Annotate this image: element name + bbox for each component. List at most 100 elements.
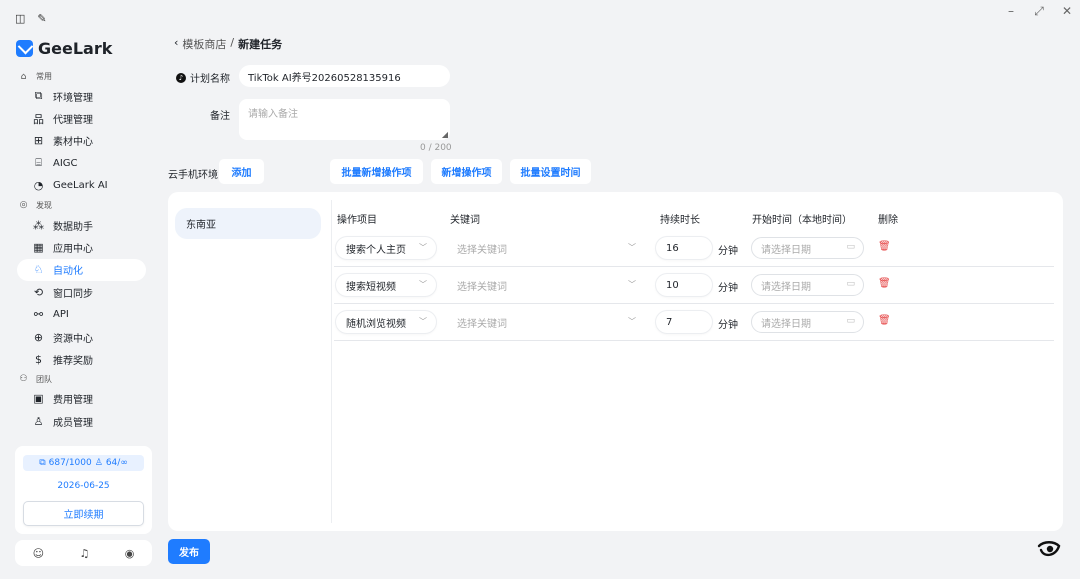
region-tab-sea[interactable]: 东南亚	[175, 208, 321, 239]
edit-icon[interactable]: ✎	[37, 12, 46, 25]
plan-name-input[interactable]: TikTok AI养号20260528135916	[239, 65, 450, 87]
header-start-time: 开始时间（本地时间）	[752, 215, 852, 226]
keyword-select[interactable]: 选择关键词 ﹀	[444, 237, 644, 259]
aigc-icon: ⌸	[35, 156, 42, 170]
table-row: 搜索短视频 ﹀ 选择关键词 ﹀ 10 分钟 请选择日期 ▭ 🗑	[334, 267, 1054, 304]
table-row: 搜索个人主页 ﹀ 选择关键词 ﹀ 16 分钟 请选择日期 ▭ 🗑	[334, 230, 1054, 267]
sidebar-bottom-icons: ☺ ♫ ◉	[15, 540, 152, 566]
close-icon[interactable]: ✕	[1060, 4, 1074, 19]
chevron-down-icon: ﹀	[419, 317, 427, 326]
keyword-select[interactable]: 选择关键词 ﹀	[444, 274, 644, 296]
op-select[interactable]: 搜索短视频 ﹀	[336, 274, 436, 296]
minimize-icon[interactable]: –	[1004, 4, 1018, 19]
logo-text: GeeLark	[38, 39, 113, 58]
quota-bar: ⧉ 687/1000 ♙ 64/∞	[23, 455, 144, 471]
api-icon: ⚯	[33, 308, 44, 322]
logo: GeeLark	[16, 39, 112, 58]
chevron-down-icon: ﹀	[628, 243, 636, 252]
sidebar-item-material[interactable]: ⊞ 素材中心	[5, 130, 158, 152]
sidebar-item-proxy[interactable]: 品代理管理	[5, 107, 158, 129]
panel-toggle-icon[interactable]: ◫	[15, 12, 25, 25]
network-icon: 品	[33, 112, 44, 126]
sparkle-icon: ⁂	[33, 218, 44, 232]
op-select[interactable]: 随机浏览视频 ﹀	[336, 311, 436, 333]
chevron-down-icon: ﹀	[628, 317, 636, 326]
op-select[interactable]: 搜索个人主页 ﹀	[336, 237, 436, 259]
delete-icon[interactable]: 🗑	[878, 315, 891, 326]
grid-icon: ▦	[33, 241, 44, 255]
sidebar-item-env[interactable]: ⧉ 环境管理	[5, 85, 158, 107]
sync-icon: ⟲	[33, 285, 44, 299]
date-picker[interactable]: 请选择日期 ▭	[751, 311, 864, 333]
duration-unit: 分钟	[718, 283, 738, 294]
sidebar-item-sync[interactable]: ⟲ 窗口同步	[5, 281, 158, 303]
nav-group-common: ⌂ 常用	[5, 68, 158, 85]
date-picker[interactable]: 请选择日期 ▭	[751, 274, 864, 296]
breadcrumb-separator: /	[230, 36, 235, 49]
add-op-button[interactable]: 新增操作项	[431, 159, 502, 184]
delete-icon[interactable]: 🗑	[878, 278, 891, 289]
user-icon: ♙	[33, 414, 44, 428]
plan-label-row: ♪ 计划名称	[176, 70, 230, 85]
nav-group-discover: ◎ 发现	[5, 197, 158, 214]
sidebar-nav: ⌂ 常用 ⧉ 环境管理 品代理管理 ⊞ 素材中心 ⌸ AIGC ◔ GeeLark AI …	[5, 68, 158, 432]
expiry-date: 2026-06-25	[57, 481, 110, 491]
sidebar-item-aigc[interactable]: ⌸ AIGC	[5, 152, 158, 174]
duration-unit: 分钟	[718, 246, 738, 257]
duration-input[interactable]: 16	[656, 237, 712, 259]
window-icon: ⧉	[34, 89, 43, 103]
tiktok-icon: ♪	[176, 72, 186, 83]
home-icon: ⌂	[20, 71, 27, 82]
header-op: 操作项目	[337, 215, 377, 226]
date-picker[interactable]: 请选择日期 ▭	[751, 237, 864, 259]
resize-handle-icon[interactable]: ◢	[442, 130, 448, 139]
material-icon: ⊞	[33, 134, 44, 148]
chevron-down-icon: ﹀	[419, 280, 427, 289]
team-icon: ⚇	[19, 374, 28, 385]
duration-unit: 分钟	[718, 320, 738, 331]
member-quota: 64/∞	[105, 458, 128, 468]
sidebar-item-billing[interactable]: ▣ 费用管理	[5, 388, 158, 410]
chevron-down-icon: ﹀	[419, 243, 427, 252]
back-chevron-icon[interactable]: ‹	[174, 36, 178, 52]
page-title: 新建任务	[238, 38, 283, 51]
keyword-select[interactable]: 选择关键词 ﹀	[444, 311, 644, 333]
task-panel: 东南亚 操作项目 关键词 持续时长 开始时间（本地时间） 删除 搜索个人主页 ﹀ …	[168, 192, 1063, 531]
header-duration: 持续时长	[660, 215, 700, 226]
robot-icon: ♘	[33, 263, 44, 277]
geelark-eye-icon[interactable]	[1037, 540, 1061, 560]
add-env-button[interactable]: 添加	[219, 159, 264, 184]
sidebar-item-members[interactable]: ♙ 成员管理	[5, 410, 158, 432]
nav-group-team: ⚇ 团队	[5, 371, 158, 388]
header-keyword: 关键词	[450, 215, 480, 226]
sidebar-item-api[interactable]: ⚯ API	[5, 304, 158, 326]
sidebar-item-geelark-ai[interactable]: ◔ GeeLark AI	[5, 175, 158, 197]
eye-ai-icon: ◔	[33, 179, 44, 193]
calendar-icon: ▭	[846, 316, 855, 326]
sidebar-item-referral[interactable]: $ 推荐奖励	[5, 348, 158, 370]
sidebar-item-automation[interactable]: ♘ 自动化	[17, 258, 146, 282]
quota-card: ⧉ 687/1000 ♙ 64/∞ 2026-06-25 立即续期	[15, 446, 152, 534]
bulk-add-ops-button[interactable]: 批量新增操作项	[330, 159, 423, 184]
bell-icon[interactable]: ♫	[79, 547, 89, 560]
sidebar-item-data[interactable]: ⁂ 数据助手	[5, 214, 158, 236]
breadcrumb: ‹ 模板商店 / 新建任务	[174, 36, 282, 52]
sidebar-item-resources[interactable]: ⊕ 资源中心	[5, 326, 158, 348]
calendar-icon: ▭	[846, 242, 855, 252]
delete-icon[interactable]: 🗑	[878, 241, 891, 252]
duration-input[interactable]: 7	[656, 311, 712, 333]
sidebar-top-icons: ◫ ✎	[15, 12, 47, 25]
renew-button[interactable]: 立即续期	[23, 501, 144, 526]
publish-button[interactable]: 发布	[168, 539, 210, 564]
note-label-row: 备注	[210, 107, 230, 122]
support-icon[interactable]: ☺	[33, 547, 44, 560]
account-icon[interactable]: ◉	[125, 547, 135, 560]
calendar-icon: ▭	[846, 279, 855, 289]
restore-icon[interactable]: ⤢	[1032, 4, 1046, 19]
dollar-icon: $	[35, 352, 42, 366]
note-textarea[interactable]: 请输入备注 ◢	[239, 99, 450, 140]
bulk-set-time-button[interactable]: 批量设置时间	[510, 159, 591, 184]
sidebar-item-apps[interactable]: ▦ 应用中心	[5, 236, 158, 258]
breadcrumb-parent[interactable]: 模板商店	[182, 36, 226, 52]
duration-input[interactable]: 10	[656, 274, 712, 296]
